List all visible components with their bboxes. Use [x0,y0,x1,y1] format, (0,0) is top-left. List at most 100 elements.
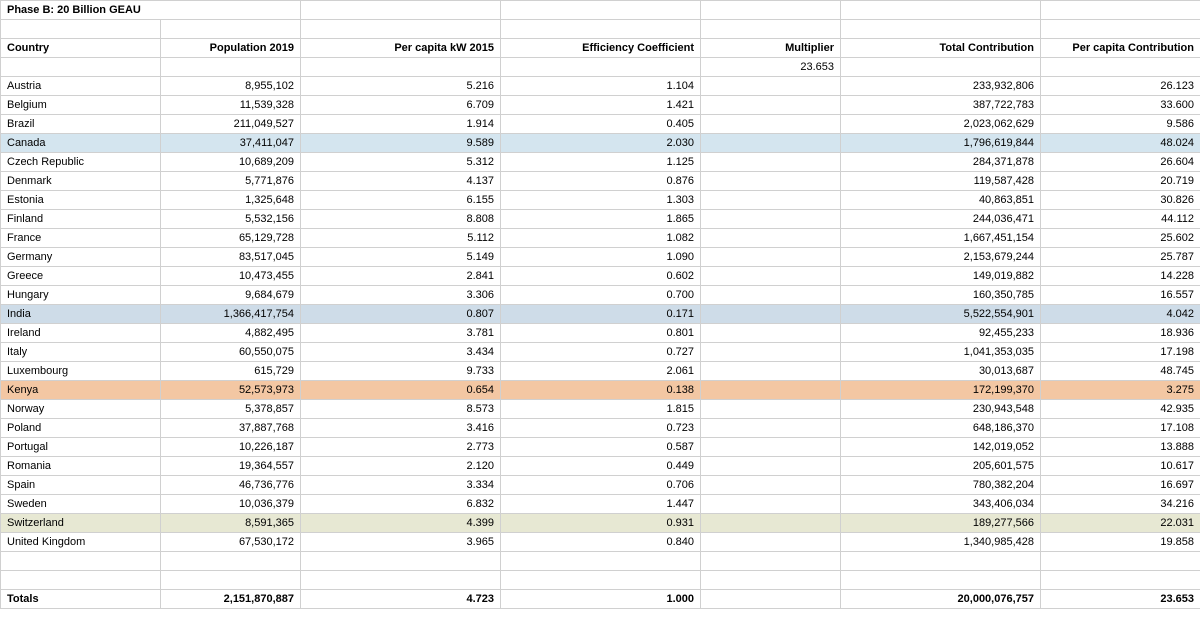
totals-row: Totals2,151,870,8874.7231.00020,000,076,… [1,590,1200,609]
cell-mult [701,343,841,362]
cell-kw: 5.216 [301,77,501,96]
cell-mult [701,96,841,115]
cell-total: 142,019,052 [841,438,1041,457]
cell-mult [701,419,841,438]
cell-country: Portugal [1,438,161,457]
cell-eff: 1.125 [501,153,701,172]
spacer-row [1,20,1200,39]
cell-mult [701,324,841,343]
cell-total: 648,186,370 [841,419,1041,438]
cell-eff: 1.303 [501,191,701,210]
cell-pcc: 14.228 [1041,267,1200,286]
cell-pcc: 48.024 [1041,134,1200,153]
cell-total: 233,932,806 [841,77,1041,96]
cell-kw: 6.832 [301,495,501,514]
cell-total: 189,277,566 [841,514,1041,533]
cell-population: 67,530,172 [161,533,301,552]
cell-kw: 9.733 [301,362,501,381]
cell-total: 284,371,878 [841,153,1041,172]
cell-country: Poland [1,419,161,438]
col-total-contrib: Total Contribution [841,39,1041,58]
cell-pcc: 20.719 [1041,172,1200,191]
multiplier-value: 23.653 [701,58,841,77]
cell-country: Germany [1,248,161,267]
table-row: Ireland4,882,4953.7810.80192,455,23318.9… [1,324,1200,343]
cell-kw: 5.312 [301,153,501,172]
cell-eff: 0.706 [501,476,701,495]
cell-eff: 0.700 [501,286,701,305]
cell-total: 149,019,882 [841,267,1041,286]
cell-total: 387,722,783 [841,96,1041,115]
cell-population: 37,411,047 [161,134,301,153]
cell-kw: 3.334 [301,476,501,495]
table-row: India1,366,417,7540.8070.1715,522,554,90… [1,305,1200,324]
table-row: Estonia1,325,6486.1551.30340,863,85130.8… [1,191,1200,210]
col-population: Population 2019 [161,39,301,58]
cell-country: Sweden [1,495,161,514]
cell-mult [701,533,841,552]
cell-population: 9,684,679 [161,286,301,305]
totals-kw: 4.723 [301,590,501,609]
totals-label: Totals [1,590,161,609]
totals-pop: 2,151,870,887 [161,590,301,609]
cell-country: Finland [1,210,161,229]
cell-population: 65,129,728 [161,229,301,248]
cell-total: 160,350,785 [841,286,1041,305]
cell-kw: 6.155 [301,191,501,210]
cell-mult [701,514,841,533]
cell-population: 8,591,365 [161,514,301,533]
cell-country: Canada [1,134,161,153]
cell-country: Kenya [1,381,161,400]
cell-pcc: 42.935 [1041,400,1200,419]
cell-pcc: 17.198 [1041,343,1200,362]
cell-eff: 1.447 [501,495,701,514]
header-row: Country Population 2019 Per capita kW 20… [1,39,1200,58]
cell-mult [701,172,841,191]
table-row: Belgium11,539,3286.7091.421387,722,78333… [1,96,1200,115]
cell-country: Spain [1,476,161,495]
cell-kw: 1.914 [301,115,501,134]
cell-population: 10,473,455 [161,267,301,286]
cell-mult [701,305,841,324]
cell-total: 780,382,204 [841,476,1041,495]
spacer-row [1,571,1200,590]
cell-eff: 0.931 [501,514,701,533]
totals-pcc: 23.653 [1041,590,1200,609]
cell-pcc: 33.600 [1041,96,1200,115]
cell-mult [701,210,841,229]
cell-pcc: 3.275 [1041,381,1200,400]
cell-eff: 2.030 [501,134,701,153]
cell-total: 244,036,471 [841,210,1041,229]
cell-eff: 2.061 [501,362,701,381]
cell-eff: 0.587 [501,438,701,457]
cell-country: Denmark [1,172,161,191]
cell-population: 11,539,328 [161,96,301,115]
cell-total: 1,667,451,154 [841,229,1041,248]
cell-total: 40,863,851 [841,191,1041,210]
cell-mult [701,381,841,400]
cell-kw: 5.112 [301,229,501,248]
cell-country: Czech Republic [1,153,161,172]
cell-country: Norway [1,400,161,419]
spacer-row [1,552,1200,571]
cell-total: 2,023,062,629 [841,115,1041,134]
cell-pcc: 16.697 [1041,476,1200,495]
cell-eff: 0.405 [501,115,701,134]
cell-kw: 0.654 [301,381,501,400]
cell-total: 205,601,575 [841,457,1041,476]
cell-eff: 0.876 [501,172,701,191]
cell-total: 119,587,428 [841,172,1041,191]
cell-kw: 5.149 [301,248,501,267]
cell-pcc: 34.216 [1041,495,1200,514]
cell-population: 60,550,075 [161,343,301,362]
cell-kw: 4.399 [301,514,501,533]
cell-total: 5,522,554,901 [841,305,1041,324]
table-row: Canada37,411,0479.5892.0301,796,619,8444… [1,134,1200,153]
cell-country: Austria [1,77,161,96]
cell-mult [701,400,841,419]
table-row: Finland5,532,1568.8081.865244,036,47144.… [1,210,1200,229]
totals-eff: 1.000 [501,590,701,609]
table-row: Sweden10,036,3796.8321.447343,406,03434.… [1,495,1200,514]
cell-mult [701,438,841,457]
cell-country: Brazil [1,115,161,134]
